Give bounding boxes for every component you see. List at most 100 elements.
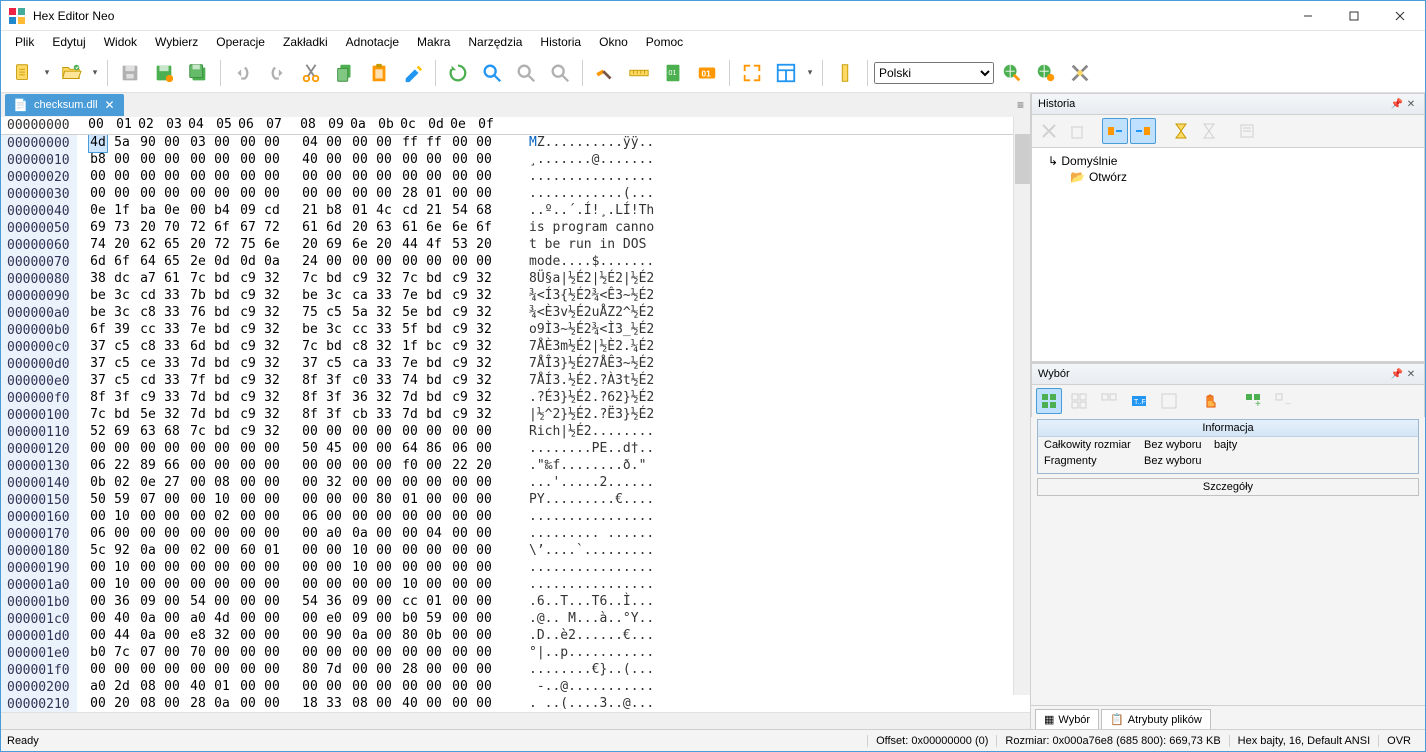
binary-doc-icon[interactable]: 01 bbox=[657, 57, 689, 89]
sel-grid4-icon[interactable] bbox=[1156, 388, 1182, 414]
hist-list-icon[interactable] bbox=[1234, 118, 1260, 144]
history-root[interactable]: ↳ Domyślnie bbox=[1036, 152, 1420, 170]
tab-overflow-icon[interactable]: ≡ bbox=[1011, 98, 1030, 112]
hex-row[interactable]: 0000021000200800280a00001833080040000000… bbox=[1, 696, 1030, 712]
tab-wybor[interactable]: ▦Wybór bbox=[1035, 709, 1099, 729]
cut-icon[interactable] bbox=[295, 57, 327, 89]
hex-row[interactable]: 000001400b020e27000800000032000000000000… bbox=[1, 475, 1030, 492]
hex-row[interactable]: 000001f00000000000000000807d000028000000… bbox=[1, 662, 1030, 679]
minimize-button[interactable] bbox=[1285, 1, 1331, 31]
hex-row[interactable]: 000001c000400a00a04d000000e00900b0590000… bbox=[1, 611, 1030, 628]
hex-row[interactable]: 000001e0b07c0700700000000000000000000000… bbox=[1, 645, 1030, 662]
hex-row[interactable]: 000000400e1fba0e00b409cd21b8014ccd215468… bbox=[1, 203, 1030, 220]
vertical-scrollbar[interactable] bbox=[1013, 117, 1030, 695]
redo-icon[interactable] bbox=[261, 57, 293, 89]
tab-atrybuty[interactable]: 📋Atrybuty plików bbox=[1101, 709, 1211, 729]
edit-icon[interactable] bbox=[397, 57, 429, 89]
sel-text-icon[interactable]: T..F bbox=[1126, 388, 1152, 414]
binary-icon[interactable]: 01 bbox=[691, 57, 723, 89]
details-button[interactable]: Szczegóły bbox=[1037, 478, 1419, 496]
hex-row[interactable]: 0000003000000000000000000000000028010000… bbox=[1, 186, 1030, 203]
hex-row[interactable]: 000001b0003609005400000054360900cc010000… bbox=[1, 594, 1030, 611]
sel-remove-icon[interactable]: − bbox=[1270, 388, 1296, 414]
refresh-icon[interactable] bbox=[442, 57, 474, 89]
undo-icon[interactable] bbox=[227, 57, 259, 89]
history-tree[interactable]: ↳ Domyślnie 📂 Otwórz bbox=[1031, 147, 1425, 362]
hex-row[interactable]: 000001805c920a00020060010000100000000000… bbox=[1, 543, 1030, 560]
globe-pencil-icon[interactable] bbox=[996, 57, 1028, 89]
menu-zakladki[interactable]: Zakładki bbox=[275, 33, 336, 51]
globe-gear-icon[interactable] bbox=[1030, 57, 1062, 89]
sel-grid-icon[interactable] bbox=[1036, 388, 1062, 414]
pin-icon[interactable]: 📌 bbox=[1390, 97, 1404, 111]
expand-icon[interactable] bbox=[736, 57, 768, 89]
settings-icon[interactable] bbox=[1064, 57, 1096, 89]
save-icon[interactable] bbox=[114, 57, 146, 89]
hex-row[interactable]: 000000b06f39cc337ebdc932be3ccc335fbdc932… bbox=[1, 322, 1030, 339]
hex-row[interactable]: 00000110526963687cbdc9320000000000000000… bbox=[1, 424, 1030, 441]
hammer-icon[interactable] bbox=[589, 57, 621, 89]
hist-hourglass2-icon[interactable] bbox=[1196, 118, 1222, 144]
sel-hand-icon[interactable] bbox=[1198, 388, 1224, 414]
save-all-icon[interactable] bbox=[182, 57, 214, 89]
horizontal-scrollbar[interactable] bbox=[1, 712, 1030, 729]
open-folder-icon[interactable] bbox=[55, 57, 87, 89]
hex-row[interactable]: 00000200a02d0800400100000000000000000000… bbox=[1, 679, 1030, 696]
sel-add-icon[interactable]: + bbox=[1240, 388, 1266, 414]
hex-row[interactable]: 00000060742062652072756e20696e20444f5320… bbox=[1, 237, 1030, 254]
menu-operacje[interactable]: Operacje bbox=[208, 33, 273, 51]
hex-row[interactable]: 0000019000100000000000000000100000000000… bbox=[1, 560, 1030, 577]
open-dropdown[interactable]: ▾ bbox=[89, 57, 101, 89]
menu-edytuj[interactable]: Edytuj bbox=[44, 33, 93, 51]
hex-row[interactable]: 00000090be3ccd337bbdc932be3cca337ebdc932… bbox=[1, 288, 1030, 305]
hex-row[interactable]: 00000130062289660000000000000000f0002220… bbox=[1, 458, 1030, 475]
sel-grid2-icon[interactable] bbox=[1066, 388, 1092, 414]
hex-row[interactable]: 000000c037c5c8336dbdc9327cbdc8321fbcc932… bbox=[1, 339, 1030, 356]
layout-icon[interactable] bbox=[770, 57, 802, 89]
hex-row[interactable]: 000000d037c5ce337dbdc93237c5ca337ebdc932… bbox=[1, 356, 1030, 373]
hist-branch-right-icon[interactable] bbox=[1130, 118, 1156, 144]
hex-row[interactable]: 000001007cbd5e327dbdc9328f3fcb337dbdc932… bbox=[1, 407, 1030, 424]
pin-icon[interactable]: 📌 bbox=[1390, 367, 1404, 381]
file-tab[interactable]: 📄 checksum.dll ✕ bbox=[5, 94, 124, 116]
hex-row[interactable]: 0000012000000000000000005045000064860600… bbox=[1, 441, 1030, 458]
menu-plik[interactable]: Plik bbox=[7, 33, 42, 51]
hex-row[interactable]: 000000a0be3cc83376bdc93275c55a325ebdc932… bbox=[1, 305, 1030, 322]
hex-row[interactable]: 000000706d6f64652e0d0d0a2400000000000000… bbox=[1, 254, 1030, 271]
find-prev-icon[interactable] bbox=[544, 57, 576, 89]
menu-wybierz[interactable]: Wybierz bbox=[147, 33, 206, 51]
hex-row[interactable]: 000001a000100000000000000000000010000000… bbox=[1, 577, 1030, 594]
hex-row[interactable]: 0000016000100000000200000600000000000000… bbox=[1, 509, 1030, 526]
history-child[interactable]: 📂 Otwórz bbox=[1036, 170, 1420, 184]
menu-widok[interactable]: Widok bbox=[96, 33, 145, 51]
sel-grid3-icon[interactable] bbox=[1096, 388, 1122, 414]
paste-icon[interactable] bbox=[363, 57, 395, 89]
menu-adnotacje[interactable]: Adnotacje bbox=[338, 33, 407, 51]
menu-narzedzia[interactable]: Narzędzia bbox=[460, 33, 530, 51]
new-file-icon[interactable] bbox=[7, 57, 39, 89]
menu-makra[interactable]: Makra bbox=[409, 33, 458, 51]
save-as-icon[interactable] bbox=[148, 57, 180, 89]
hex-row[interactable]: 00000010b8000000000000004000000000000000… bbox=[1, 152, 1030, 169]
hist-hourglass-icon[interactable] bbox=[1168, 118, 1194, 144]
hex-row[interactable]: 0000008038dca7617cbdc9327cbdc9327cbdc932… bbox=[1, 271, 1030, 288]
panel-close-icon[interactable]: ✕ bbox=[1404, 367, 1418, 381]
menu-pomoc[interactable]: Pomoc bbox=[638, 33, 691, 51]
hex-row[interactable]: 0000002000000000000000000000000000000000… bbox=[1, 169, 1030, 186]
find-next-icon[interactable] bbox=[510, 57, 542, 89]
tab-close-icon[interactable]: ✕ bbox=[104, 99, 116, 111]
find-icon[interactable] bbox=[476, 57, 508, 89]
hist-clear-icon[interactable] bbox=[1036, 118, 1062, 144]
hex-row[interactable]: 0000015050590700001000000000008001000000… bbox=[1, 492, 1030, 509]
hex-row[interactable]: 000000004d5a90000300000004000000ffff0000… bbox=[1, 135, 1030, 152]
hex-row[interactable]: 000000e037c5cd337fbdc9328f3fc03374bdc932… bbox=[1, 373, 1030, 390]
hex-row[interactable]: 000001d000440a00e832000000900a00800b0000… bbox=[1, 628, 1030, 645]
menu-okno[interactable]: Okno bbox=[591, 33, 636, 51]
column-icon[interactable] bbox=[829, 57, 861, 89]
hist-branch-left-icon[interactable] bbox=[1102, 118, 1128, 144]
hist-trash-icon[interactable] bbox=[1064, 118, 1090, 144]
copy-icon[interactable] bbox=[329, 57, 361, 89]
hex-row[interactable]: 000000f08f3fc9337dbdc9328f3f36327dbdc932… bbox=[1, 390, 1030, 407]
panel-close-icon[interactable]: ✕ bbox=[1404, 97, 1418, 111]
language-select[interactable]: Polski bbox=[874, 62, 994, 84]
